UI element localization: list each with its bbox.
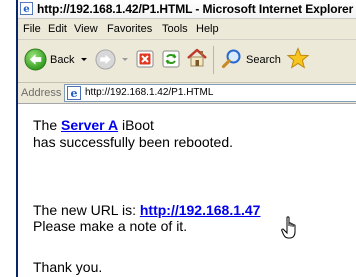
thank-you-line: Thank you. bbox=[33, 259, 103, 275]
new-url-line: The new URL is: http://192.168.1.47 bbox=[33, 202, 260, 218]
address-input[interactable]: e http://192.168.1.42/P1.HTML bbox=[64, 84, 356, 102]
home-icon[interactable] bbox=[186, 47, 208, 69]
menu-view[interactable]: View bbox=[74, 23, 98, 35]
menu-file[interactable]: File bbox=[23, 23, 41, 35]
note-line: Please make a note of it. bbox=[33, 218, 188, 234]
back-button-label[interactable]: Back bbox=[50, 54, 74, 66]
address-bar: Address e http://192.168.1.42/P1.HTML bbox=[18, 83, 356, 104]
toolbar-separator bbox=[213, 46, 214, 74]
toolbar: Back Search bbox=[18, 40, 356, 83]
text-the: The bbox=[33, 117, 62, 133]
svg-text:e: e bbox=[23, 3, 30, 15]
menu-help[interactable]: Help bbox=[196, 23, 219, 35]
refresh-icon[interactable] bbox=[162, 50, 180, 68]
back-arrow-icon[interactable] bbox=[24, 48, 47, 71]
menu-favorites[interactable]: Favorites bbox=[107, 23, 152, 35]
svg-text:e: e bbox=[71, 87, 78, 100]
forward-arrow-icon[interactable] bbox=[95, 49, 116, 70]
new-url-link[interactable]: http://192.168.1.47 bbox=[140, 202, 261, 218]
reboot-message-line1: The Server A iBoot bbox=[33, 117, 154, 133]
favorites-star-icon[interactable] bbox=[286, 47, 310, 71]
forward-dropdown-icon[interactable] bbox=[122, 58, 128, 61]
window-title: http://192.168.1.42/P1.HTML - Microsoft … bbox=[37, 2, 354, 16]
menu-tools[interactable]: Tools bbox=[162, 23, 188, 35]
reboot-message-line2: has successfully been rebooted. bbox=[33, 134, 234, 150]
page-icon: e bbox=[67, 86, 81, 100]
stop-icon[interactable] bbox=[136, 50, 154, 68]
server-a-link[interactable]: Server A bbox=[61, 117, 118, 133]
browser-window: e http://192.168.1.42/P1.HTML - Microsof… bbox=[16, 0, 356, 277]
new-url-label: The new URL is: bbox=[33, 202, 140, 218]
search-icon[interactable] bbox=[221, 48, 243, 70]
menu-edit[interactable]: Edit bbox=[48, 23, 67, 35]
title-bar[interactable]: e http://192.168.1.42/P1.HTML - Microsof… bbox=[18, 0, 356, 19]
address-label: Address bbox=[21, 87, 62, 99]
text-iboot: iBoot bbox=[118, 117, 154, 133]
menu-bar: File Edit View Favorites Tools Help bbox=[18, 19, 356, 40]
address-url[interactable]: http://192.168.1.42/P1.HTML bbox=[85, 87, 213, 98]
back-dropdown-icon[interactable] bbox=[81, 58, 87, 61]
search-button-label[interactable]: Search bbox=[246, 54, 281, 66]
hand-pointer-cursor-icon bbox=[281, 216, 296, 239]
page-content: The Server A iBoot has successfully been… bbox=[18, 104, 356, 277]
internet-explorer-icon: e bbox=[20, 2, 33, 15]
